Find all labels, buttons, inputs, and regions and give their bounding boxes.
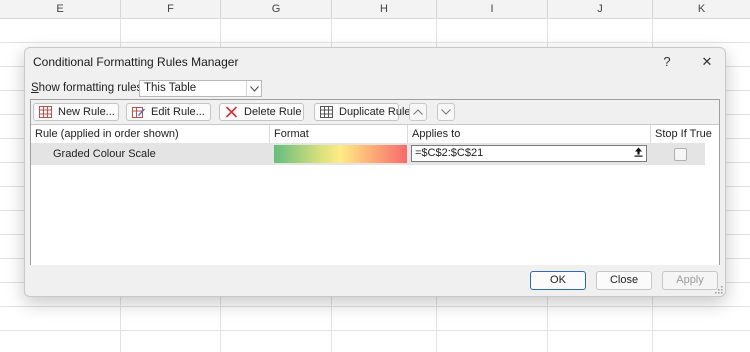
delete-x-icon <box>225 106 238 118</box>
chevron-down-icon[interactable] <box>246 81 261 96</box>
delete-rule-label: Delete Rule <box>244 106 302 118</box>
stop-if-true-checkbox[interactable] <box>674 148 687 161</box>
duplicate-table-icon <box>320 106 333 118</box>
column-header-format[interactable]: Format <box>270 125 408 143</box>
duplicate-rule-label: Duplicate Rule <box>339 106 411 118</box>
grid-line <box>0 306 750 307</box>
new-rule-button[interactable]: New Rule... <box>33 103 119 121</box>
column-header-applies-to[interactable]: Applies to <box>408 125 651 143</box>
close-icon[interactable]: ✕ <box>693 52 721 72</box>
close-button[interactable]: Close <box>596 271 652 290</box>
collapse-dialog-icon[interactable] <box>631 147 645 160</box>
grid-line <box>0 42 750 43</box>
show-rules-select[interactable]: This Table <box>139 80 262 97</box>
show-rules-label-accel: S <box>31 82 39 94</box>
rule-row[interactable]: Graded Colour Scale =$C$2:$C$21 <box>31 143 705 165</box>
chevron-up-icon <box>413 109 423 115</box>
edit-rule-button[interactable]: Edit Rule... <box>126 103 211 121</box>
column-header[interactable]: H <box>332 0 437 18</box>
column-header[interactable]: J <box>548 0 653 18</box>
table-icon <box>39 106 52 118</box>
delete-rule-button[interactable]: Delete Rule <box>219 103 304 121</box>
help-button[interactable]: ? <box>653 52 681 72</box>
column-header-rule[interactable]: Rule (applied in order shown) <box>31 125 270 143</box>
rules-panel: New Rule... Edit Rule... Delete Rule Dup… <box>30 99 720 265</box>
dialog-title: Conditional Formatting Rules Manager <box>33 55 239 69</box>
column-header[interactable]: K <box>653 0 750 18</box>
rules-list: Rule (applied in order shown) Format App… <box>31 124 719 265</box>
column-header[interactable]: F <box>121 0 221 18</box>
column-header[interactable]: I <box>437 0 548 18</box>
ok-button[interactable]: OK <box>530 271 586 290</box>
column-header[interactable]: G <box>221 0 332 18</box>
column-header-stop-if-true[interactable]: Stop If True <box>651 125 719 143</box>
apply-button[interactable]: Apply <box>662 271 718 290</box>
applies-to-value: =$C$2:$C$21 <box>415 147 484 159</box>
applies-to-input[interactable]: =$C$2:$C$21 <box>411 145 647 162</box>
new-rule-label: New Rule... <box>58 106 115 118</box>
edit-table-icon <box>132 107 145 118</box>
dialog-titlebar[interactable]: Conditional Formatting Rules Manager ? ✕ <box>25 48 725 76</box>
column-header[interactable]: E <box>0 0 121 18</box>
list-scrollbar[interactable] <box>705 143 719 265</box>
resize-grip-icon[interactable] <box>715 286 723 294</box>
color-scale-preview <box>274 145 407 163</box>
duplicate-rule-button[interactable]: Duplicate Rule <box>314 103 411 121</box>
rule-name: Graded Colour Scale <box>53 148 156 160</box>
show-rules-select-value: This Table <box>144 82 197 94</box>
edit-rule-label: Edit Rule... <box>151 106 205 118</box>
chevron-down-icon <box>441 109 451 115</box>
grid-line <box>0 330 750 331</box>
move-up-button[interactable] <box>409 103 427 121</box>
column-header-row: E F G H I J K <box>0 0 750 19</box>
move-down-button[interactable] <box>437 103 455 121</box>
conditional-formatting-dialog: Conditional Formatting Rules Manager ? ✕… <box>24 47 726 297</box>
